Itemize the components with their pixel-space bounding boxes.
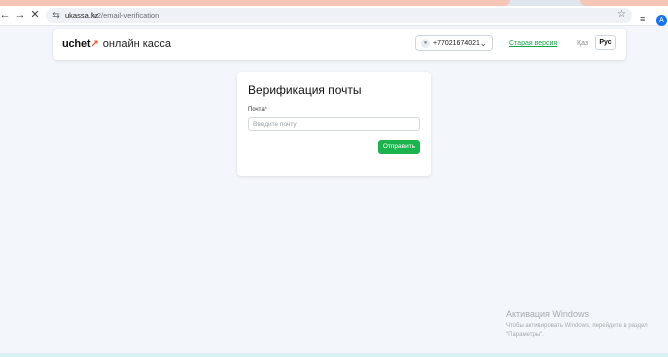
user-avatar-icon: ● [421,39,430,48]
required-mark: * [264,107,268,113]
page-title: Верификация почты [248,83,362,97]
windows-activation-watermark: Активация Windows Чтобы активировать Win… [506,309,666,340]
bookmark-star-icon[interactable]: ☆ [617,9,626,21]
account-select[interactable]: ● +77021674021 ⌄ [415,35,493,51]
site-info-icon[interactable]: ⇆ [51,10,61,20]
email-verification-card: Верификация почты Почта* Отправить [237,72,431,176]
address-bar[interactable]: ⇆ ukassa.kz /v2/email-verification ☆ [46,8,632,23]
logo-brand: uchet [62,38,91,50]
forward-arrow-icon[interactable]: → [13,8,27,22]
old-version-link[interactable]: Старая версия [509,39,557,49]
language-rus-button[interactable]: Рус [595,35,616,50]
watermark-title: Активация Windows [506,309,589,319]
language-kaz-button[interactable]: Қаз [577,39,588,49]
uchet-logo[interactable]: uchet↗ онлайн касса [62,38,171,51]
logo-subtitle: онлайн касса [102,38,172,50]
logo-arrow-icon: ↗ [90,39,99,50]
email-label: Почта* [248,106,267,114]
watermark-text: Чтобы активировать Windows, перейдите в … [506,323,648,338]
back-arrow-icon[interactable]: ← [0,8,12,22]
submit-button[interactable]: Отправить [378,140,420,154]
site-header: uchet↗ онлайн касса ● +77021674021 ⌄ Стар… [53,29,626,60]
profile-avatar-icon[interactable]: A [656,15,667,26]
email-field[interactable] [248,117,420,131]
close-icon[interactable]: ✕ [28,8,42,22]
account-phone: +77021674021 [433,40,480,47]
url-path: /v2/email-verification [91,11,160,20]
extensions-icon[interactable]: ≡ [640,14,645,24]
chevron-down-icon: ⌄ [479,38,487,48]
taskbar-edge [0,353,668,357]
email-label-text: Почта [248,107,265,113]
browser-toolbar: ← → ✕ ⇆ ukassa.kz /v2/email-verification… [0,6,668,26]
